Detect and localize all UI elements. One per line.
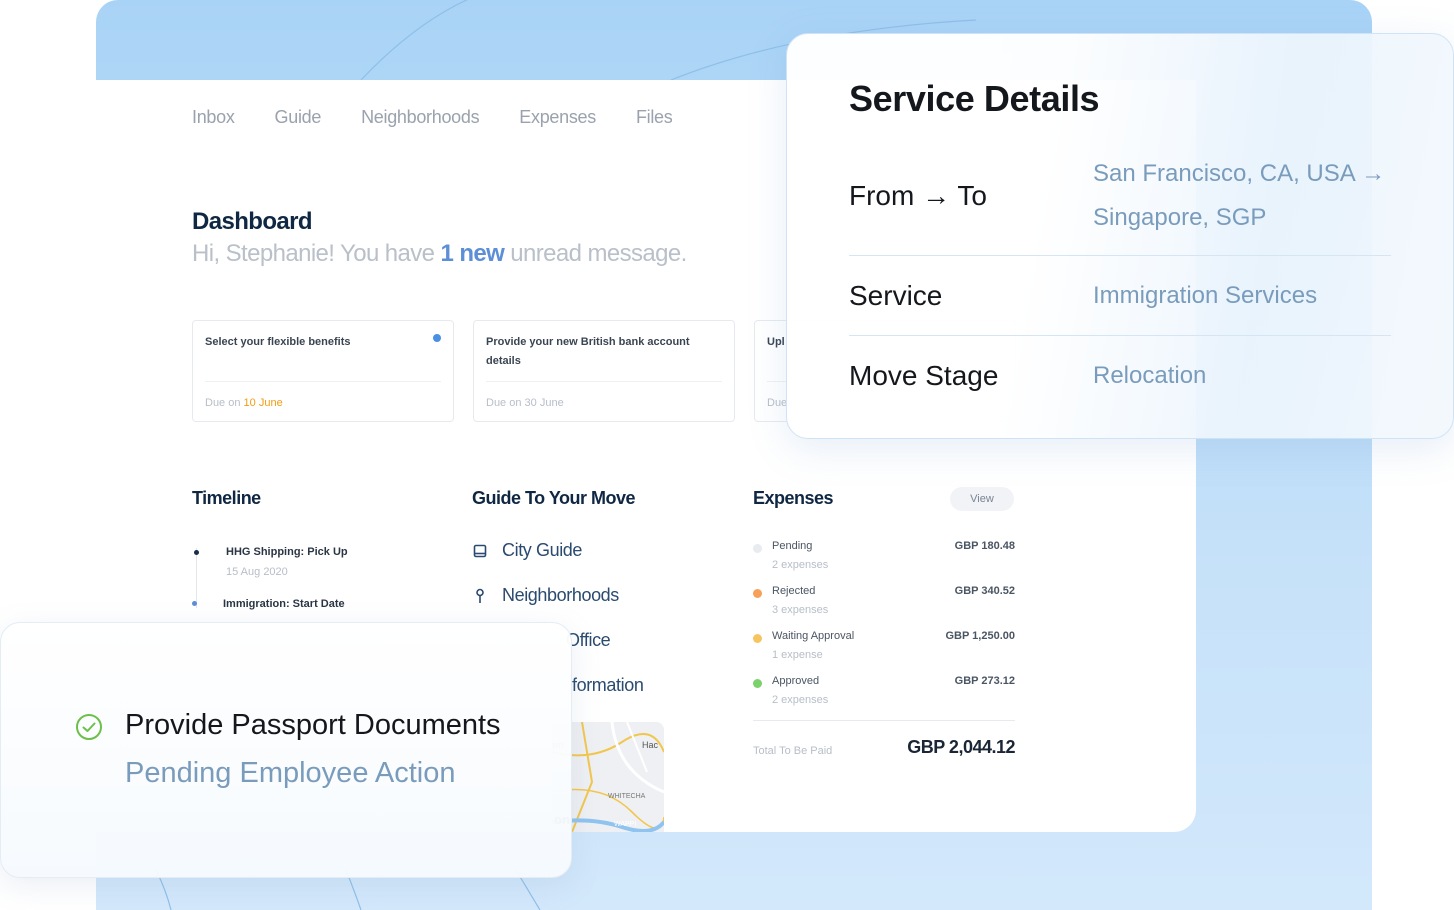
task-title: Provide your new British bank account de… <box>486 336 690 367</box>
task-due-prefix: Due on <box>486 397 522 409</box>
guide-item-neighborhoods[interactable]: Neighborhoods <box>472 585 619 606</box>
map-label: Hac <box>642 740 659 750</box>
from-to-label: From → To <box>849 180 987 211</box>
expense-count: 3 expenses <box>772 604 829 616</box>
map-label: WAPPI <box>614 821 636 828</box>
nav-item-expenses[interactable]: Expenses <box>519 107 596 128</box>
expense-count: 1 expense <box>772 649 823 661</box>
guide-item-label: formation <box>572 675 644 695</box>
move-stage-label: Move Stage <box>849 360 999 391</box>
task-card-bank-account[interactable]: Provide your new British bank account de… <box>473 320 735 422</box>
expense-count: 2 expenses <box>772 559 829 571</box>
expense-amount: GBP 340.52 <box>954 585 1015 597</box>
view-expenses-button[interactable]: View <box>950 487 1014 511</box>
expense-row-rejected[interactable]: Rejected 3 expenses GBP 340.52 <box>753 585 1015 630</box>
status-dot-icon <box>753 544 762 553</box>
timeline-item-title[interactable]: HHG Shipping: Pick Up <box>226 546 348 558</box>
map-label: WHITECHA <box>608 793 646 800</box>
task-due-date: 10 June <box>243 397 283 409</box>
nav-item-files[interactable]: Files <box>636 107 673 128</box>
task-due-date: 30 June <box>524 397 564 409</box>
guide-item-label: Office <box>566 630 611 650</box>
expense-row-pending[interactable]: Pending 2 expenses GBP 180.48 <box>753 540 1015 585</box>
task-title: Select your flexible benefits <box>205 336 351 348</box>
check-circle-icon <box>76 714 102 740</box>
book-icon <box>472 543 488 559</box>
expense-status: Rejected <box>772 585 816 597</box>
expense-status: Approved <box>772 675 820 687</box>
expenses-heading: Expenses <box>753 488 834 508</box>
passport-task-title: Provide Passport Documents <box>125 709 501 741</box>
move-stage-value: Relocation <box>1093 362 1207 389</box>
task-divider <box>486 381 722 382</box>
total-label: Total To Be Paid <box>753 745 833 757</box>
task-due-prefix: Due on <box>205 397 241 409</box>
timeline-item-date: 15 Aug 2020 <box>226 566 288 578</box>
passport-task-card[interactable]: Provide Passport Documents Pending Emplo… <box>0 622 572 878</box>
service-details-divider <box>849 255 1391 256</box>
task-due: Due on 30 June <box>486 397 564 409</box>
timeline-item-title[interactable]: Immigration: Start Date <box>223 598 345 610</box>
total-amount: GBP 2,044.12 <box>907 737 1015 757</box>
guide-item-office[interactable]: Office <box>566 630 611 651</box>
timeline-heading: Timeline <box>192 488 261 508</box>
status-dot-icon <box>753 679 762 688</box>
guide-item-city-guide[interactable]: City Guide <box>472 540 582 561</box>
unread-dot-icon <box>433 334 441 342</box>
expense-row-approved[interactable]: Approved 2 expenses GBP 273.12 <box>753 675 1015 720</box>
greeting-prefix: Hi, Stephanie! You have <box>192 240 435 267</box>
status-dot-icon <box>753 589 762 598</box>
expense-amount: GBP 1,250.00 <box>945 630 1015 642</box>
greeting-suffix: unread message. <box>510 240 687 267</box>
service-label: Service <box>849 280 943 311</box>
page-title: Dashboard <box>192 208 313 235</box>
service-details-card: Service Details From → To San Francisco,… <box>786 33 1454 439</box>
task-due: Due on 10 June <box>205 397 283 409</box>
timeline-dot <box>194 550 199 555</box>
task-due: Due <box>767 397 788 409</box>
nav-item-guide[interactable]: Guide <box>275 107 322 128</box>
guide-heading: Guide To Your Move <box>472 488 636 508</box>
location-pin-icon <box>472 588 488 604</box>
service-value: Immigration Services <box>1093 282 1318 309</box>
from-to-value-destination: Singapore, SGP <box>1093 204 1267 231</box>
guide-item-information[interactable]: formation <box>572 675 644 696</box>
from-to-value-origin: San Francisco, CA, USA → <box>1093 160 1386 187</box>
expense-status: Waiting Approval <box>772 630 855 642</box>
guide-item-label: City Guide <box>502 540 583 560</box>
service-details-title: Service Details <box>849 78 1100 119</box>
unread-count-link[interactable]: 1 new <box>441 240 505 267</box>
guide-item-label: Neighborhoods <box>502 585 619 605</box>
greeting-message: Hi, Stephanie! You have 1 new unread mes… <box>192 240 687 268</box>
status-dot-icon <box>753 634 762 643</box>
passport-task-status: Pending Employee Action <box>125 757 456 789</box>
task-card-benefits[interactable]: Select your flexible benefits Due on 10 … <box>192 320 454 422</box>
nav-item-neighborhoods[interactable]: Neighborhoods <box>361 107 480 128</box>
service-details-divider <box>849 335 1391 336</box>
expense-row-waiting-approval[interactable]: Waiting Approval 1 expense GBP 1,250.00 <box>753 630 1015 675</box>
expense-status: Pending <box>772 540 813 552</box>
expenses-divider <box>753 720 1015 721</box>
top-nav: Inbox Guide Neighborhoods Expenses Files <box>192 80 673 154</box>
task-divider <box>205 381 441 382</box>
expense-amount: GBP 180.48 <box>954 540 1015 552</box>
expense-count: 2 expenses <box>772 694 829 706</box>
from-to-value: San Francisco, CA, USA → Singapore, SGP <box>1093 152 1413 240</box>
timeline-dot <box>192 601 197 606</box>
nav-item-inbox[interactable]: Inbox <box>192 107 235 128</box>
expense-amount: GBP 273.12 <box>954 675 1015 687</box>
timeline-line <box>196 548 197 608</box>
